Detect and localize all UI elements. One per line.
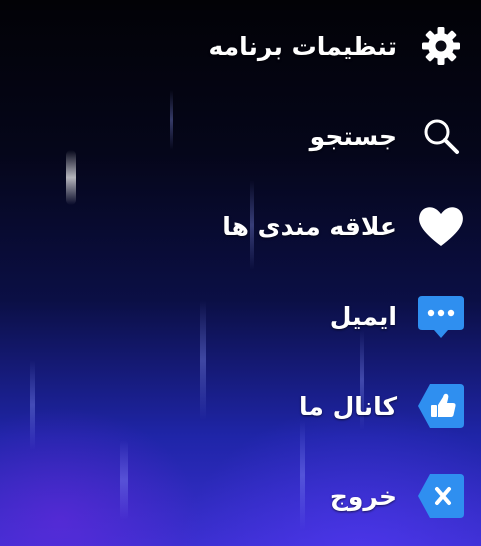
menu-item-settings[interactable]: تنظیمات برنامه [209,18,467,74]
thumbs-up-icon [415,380,467,432]
gear-icon [415,20,467,72]
menu-item-label: جستجو [309,121,397,151]
menu-item-label: علاقه مندی ها [222,211,397,241]
close-icon [415,470,467,522]
email-chat-icon [415,290,467,342]
menu-item-label: ایمیل [329,301,397,331]
menu-item-exit[interactable]: خروج [330,468,467,524]
menu-item-channel[interactable]: کانال ما [299,378,467,434]
search-icon [415,110,467,162]
drawer-menu: تنظیمات برنامه جستجو علاقه مندی ها ایمیل… [0,0,481,546]
menu-item-label: تنظیمات برنامه [208,31,397,61]
navigation-drawer: تنظیمات برنامه جستجو علاقه مندی ها ایمیل… [0,0,481,546]
menu-item-email[interactable]: ایمیل [330,288,467,344]
menu-item-favorites[interactable]: علاقه مندی ها [222,198,467,254]
heart-icon [415,200,467,252]
menu-item-label: خروج [329,481,397,511]
menu-item-label: کانال ما [299,391,397,421]
menu-item-search[interactable]: جستجو [310,108,467,164]
